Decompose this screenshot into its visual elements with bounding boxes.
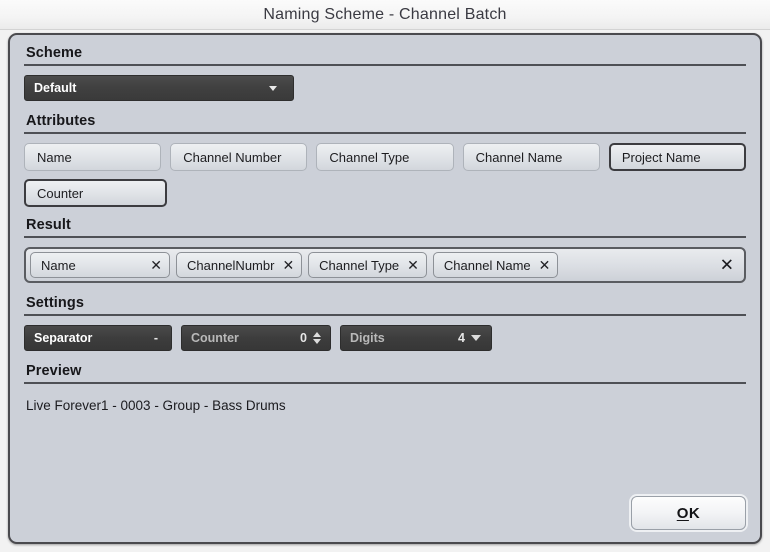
attributes-section: Attributes Name Channel Number Channel T… <box>24 113 747 207</box>
preview-heading: Preview <box>26 363 82 379</box>
attribute-chip-label: Counter <box>37 185 84 201</box>
settings-fields: Separator - Counter 0 Digits 4 <box>24 325 746 351</box>
close-icon[interactable]: ✕ <box>282 258 294 272</box>
result-chip-label: Name <box>41 257 76 273</box>
settings-section: Settings Separator - Counter 0 Digits 4 <box>24 295 746 351</box>
result-chip-channel-name[interactable]: Channel Name ✕ <box>432 252 559 278</box>
result-chip-channel-type[interactable]: Channel Type ✕ <box>308 252 427 278</box>
separator-field[interactable]: Separator - <box>24 325 172 351</box>
attribute-chip-channel-name[interactable]: Channel Name <box>462 143 600 171</box>
attribute-chip-label: Channel Type <box>329 149 410 165</box>
close-icon[interactable]: ✕ <box>150 258 162 272</box>
close-icon[interactable]: ✕ <box>407 258 419 272</box>
attribute-chip-label: Channel Number <box>183 149 282 165</box>
preview-text: Live Forever1 - 0003 - Group - Bass Drum… <box>26 398 286 413</box>
counter-stepper[interactable] <box>313 332 321 344</box>
naming-scheme-dialog: Scheme Default Attributes Name Channel N… <box>8 33 762 544</box>
scheme-dropdown[interactable]: Default <box>24 75 294 101</box>
attribute-chip-channel-type[interactable]: Channel Type <box>316 143 454 171</box>
digits-field[interactable]: Digits 4 <box>340 325 492 351</box>
preview-divider <box>24 382 746 384</box>
close-icon[interactable]: ✕ <box>539 258 551 272</box>
result-divider <box>24 236 746 238</box>
attributes-heading: Attributes <box>26 113 96 129</box>
result-section: Result Name ✕ ChannelNumbr ✕ Channel Typ… <box>24 217 746 283</box>
digits-value: 4 <box>458 331 465 345</box>
scheme-divider <box>24 64 746 66</box>
separator-label: Separator <box>34 331 93 345</box>
attribute-chip-channel-number[interactable]: Channel Number <box>170 143 308 171</box>
attribute-chip-project-name[interactable]: Project Name <box>608 143 747 171</box>
result-chip-label: ChannelNumbr <box>187 257 275 273</box>
chevron-down-icon <box>269 85 277 91</box>
counter-label: Counter <box>191 331 239 345</box>
attribute-chip-label: Project Name <box>621 149 701 165</box>
settings-heading: Settings <box>26 295 84 311</box>
result-heading: Result <box>26 217 71 233</box>
separator-value: - <box>153 331 158 345</box>
result-chip-label: Channel Type <box>319 257 400 273</box>
stepper-down-icon[interactable] <box>313 339 321 344</box>
digits-label: Digits <box>350 331 385 345</box>
attribute-chip-label: Channel Name <box>475 149 563 165</box>
attributes-divider <box>24 132 746 134</box>
attributes-row-2: Counter <box>24 179 746 207</box>
ok-button[interactable]: OK <box>631 496 746 530</box>
scheme-selected-value: Default <box>34 81 77 95</box>
result-chip-container[interactable]: Name ✕ ChannelNumbr ✕ Channel Type ✕ Cha… <box>24 247 746 283</box>
attributes-row-1: Name Channel Number Channel Type Channel… <box>24 143 747 171</box>
dialog-footer: OK <box>631 496 746 530</box>
result-chip-name[interactable]: Name ✕ <box>30 252 170 278</box>
scheme-section: Scheme Default <box>24 45 746 101</box>
counter-field[interactable]: Counter 0 <box>181 325 331 351</box>
stepper-up-icon[interactable] <box>313 332 321 337</box>
window-titlebar: Naming Scheme - Channel Batch <box>0 0 770 30</box>
ok-button-label: OK <box>676 504 701 522</box>
result-chip-label: Channel Name <box>443 257 531 273</box>
attribute-chip-counter[interactable]: Counter <box>24 179 167 207</box>
preview-section: Preview Live Forever1 - 0003 - Group - B… <box>24 363 746 413</box>
clear-all-icon[interactable]: ✕ <box>720 257 734 274</box>
window-title: Naming Scheme - Channel Batch <box>263 5 507 23</box>
counter-value: 0 <box>300 331 307 345</box>
settings-divider <box>24 314 746 316</box>
attribute-chip-label: Name <box>37 149 72 165</box>
scheme-heading: Scheme <box>26 45 83 61</box>
chevron-down-icon[interactable] <box>471 335 481 341</box>
attribute-chip-name[interactable]: Name <box>24 143 162 171</box>
result-chip-channel-number[interactable]: ChannelNumbr ✕ <box>176 252 303 278</box>
